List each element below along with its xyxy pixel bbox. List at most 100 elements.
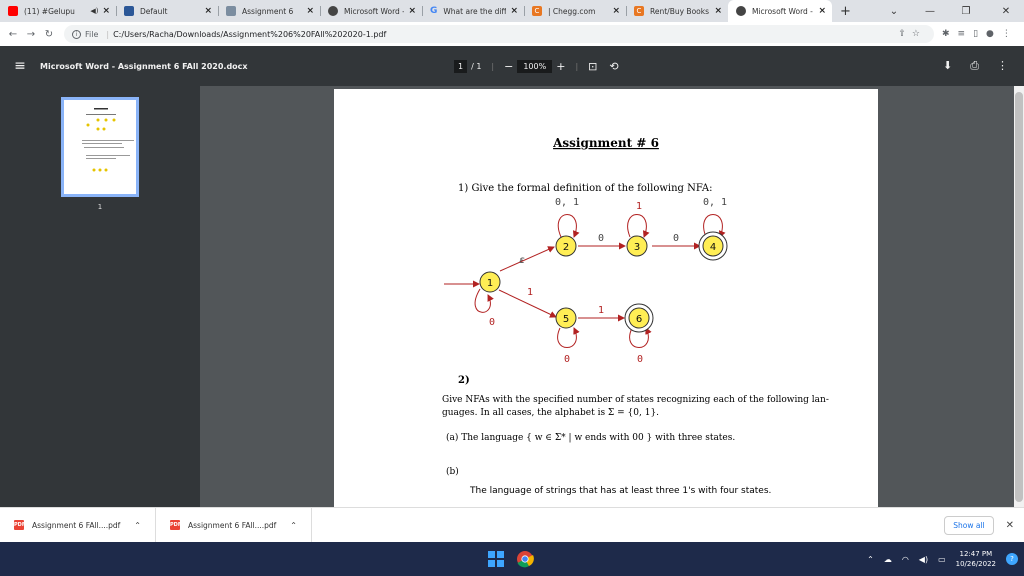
tab-youtube[interactable]: (11) #Gelupu ◀) × bbox=[0, 0, 116, 22]
share-star-icons[interactable]: ⇪☆ bbox=[898, 29, 934, 39]
label-e12: ε bbox=[519, 255, 525, 266]
close-icon[interactable]: × bbox=[102, 6, 110, 16]
label-loop-3: 1 bbox=[636, 201, 642, 212]
onedrive-icon[interactable]: ☁ bbox=[884, 555, 892, 564]
close-icon[interactable]: × bbox=[714, 6, 722, 16]
pdf-viewer[interactable]: Assignment # 6 1) Give the formal defini… bbox=[200, 86, 1024, 507]
tab-word-active[interactable]: Microsoft Word - × bbox=[728, 0, 832, 22]
label-loop-2: 0, 1 bbox=[555, 197, 579, 208]
label-e34: 0 bbox=[673, 233, 679, 244]
tab-label: Assignment 6 bbox=[242, 6, 294, 16]
reload-icon[interactable]: ↻ bbox=[40, 29, 58, 40]
tab-assignment6[interactable]: Assignment 6 × bbox=[218, 0, 320, 22]
tab-word-1[interactable]: Microsoft Word - × bbox=[320, 0, 422, 22]
info-icon[interactable]: i bbox=[72, 29, 81, 39]
reading-list-icon[interactable]: ≡ bbox=[958, 29, 966, 39]
pdf-title: Microsoft Word - Assignment 6 FAll 2020.… bbox=[40, 61, 248, 71]
more-options-icon[interactable]: ⋮ bbox=[997, 59, 1008, 73]
label-loop-5: 0 bbox=[564, 354, 570, 365]
download-filename: Assignment 6 FAll....pdf bbox=[188, 520, 277, 530]
window-close-button[interactable]: ✕ bbox=[988, 0, 1024, 22]
windows-start-icon[interactable] bbox=[488, 551, 504, 567]
question-2b: The language of strings that has at leas… bbox=[469, 486, 771, 496]
profile-icon[interactable]: ● bbox=[986, 29, 994, 39]
print-icon[interactable]: ⎙ bbox=[970, 59, 979, 73]
extensions-icon[interactable]: ✱ bbox=[942, 29, 950, 39]
zoom-input[interactable]: 100% bbox=[517, 59, 553, 73]
google-icon: G bbox=[430, 6, 438, 16]
page-thumbnail[interactable] bbox=[61, 97, 139, 197]
label-loop-6: 0 bbox=[637, 354, 643, 365]
download-icon[interactable]: ⬇ bbox=[943, 59, 952, 73]
windows-taskbar: ⌃ ☁ ◠ ◀) ▭ 12:47 PM 10/26/2022 ? bbox=[0, 542, 1024, 576]
menu-icon[interactable]: ⋮ bbox=[1002, 29, 1011, 39]
forward-icon[interactable]: → bbox=[22, 29, 40, 40]
chevron-up-icon[interactable]: ⌃ bbox=[290, 521, 297, 530]
download-item[interactable]: PDF Assignment 6 FAll....pdf ⌃ bbox=[0, 507, 156, 543]
minimize-button[interactable]: — bbox=[912, 0, 948, 22]
close-icon[interactable]: × bbox=[204, 6, 212, 16]
battery-icon[interactable]: ▭ bbox=[938, 555, 946, 564]
download-item[interactable]: PDF Assignment 6 FAll....pdf ⌃ bbox=[156, 507, 312, 543]
pdf-file-icon: PDF bbox=[170, 520, 182, 530]
clock[interactable]: 12:47 PM 10/26/2022 bbox=[956, 549, 996, 569]
pdf-toolbar: ≡ Microsoft Word - Assignment 6 FAll 202… bbox=[0, 46, 1024, 86]
tab-label: (11) #Gelupu bbox=[24, 6, 75, 16]
tab-default[interactable]: Default × bbox=[116, 0, 218, 22]
tab-label: Microsoft Word - bbox=[752, 6, 813, 16]
scrollbar-thumb[interactable] bbox=[1015, 92, 1023, 502]
thumbnail-sidebar: 1 bbox=[0, 86, 200, 507]
tab-rentbuy[interactable]: C Rent/Buy Books × bbox=[626, 0, 728, 22]
wifi-icon[interactable]: ◠ bbox=[902, 555, 909, 564]
new-tab-button[interactable]: + bbox=[832, 0, 859, 22]
volume-icon[interactable]: ◀) bbox=[919, 555, 928, 564]
close-icon[interactable]: × bbox=[306, 6, 314, 16]
notification-icon[interactable]: ? bbox=[1006, 553, 1018, 565]
speaker-icon: ◀) bbox=[90, 7, 99, 15]
chevron-up-icon[interactable]: ⌃ bbox=[867, 555, 874, 564]
system-tray: ⌃ ☁ ◠ ◀) ▭ 12:47 PM 10/26/2022 ? bbox=[867, 542, 1024, 576]
state-label-4: 4 bbox=[710, 242, 716, 253]
fit-page-icon[interactable]: ⊡ bbox=[588, 60, 597, 73]
tab-search-icon[interactable]: ⌄ bbox=[876, 0, 912, 22]
address-bar[interactable]: i File | C:/Users/Racha/Downloads/Assign… bbox=[64, 25, 934, 43]
hamburger-menu-icon[interactable]: ≡ bbox=[0, 58, 40, 74]
zoom-in-button[interactable]: + bbox=[556, 60, 565, 73]
show-all-button[interactable]: Show all bbox=[944, 515, 994, 535]
page-content: Assignment # 6 1) Give the formal defini… bbox=[442, 136, 829, 496]
loop-5 bbox=[557, 327, 580, 348]
close-icon[interactable]: ✕ bbox=[1006, 520, 1014, 531]
chevron-up-icon[interactable]: ⌃ bbox=[134, 521, 141, 530]
tab-label: | Chegg.com bbox=[548, 6, 596, 16]
chegg-icon: C bbox=[634, 6, 644, 16]
edge-1-2 bbox=[499, 246, 555, 272]
tab-label: Default bbox=[140, 6, 168, 16]
question-1: 1) Give the formal definition of the fol… bbox=[458, 183, 713, 194]
question-2-line-2: guages. In all cases, the alphabet is Σ … bbox=[442, 408, 659, 418]
back-icon[interactable]: ← bbox=[4, 29, 22, 40]
tab-strip: (11) #Gelupu ◀) × Default × Assignment 6… bbox=[0, 0, 1024, 22]
close-icon[interactable]: × bbox=[818, 6, 826, 16]
url-text: C:/Users/Racha/Downloads/Assignment%206%… bbox=[113, 29, 387, 39]
tab-google[interactable]: G What are the diff × bbox=[422, 0, 524, 22]
label-loop-4: 0, 1 bbox=[703, 197, 727, 208]
label-e56: 1 bbox=[598, 305, 604, 316]
close-icon[interactable]: × bbox=[408, 6, 416, 16]
close-icon[interactable]: × bbox=[510, 6, 518, 16]
page-number-input[interactable]: 1 bbox=[454, 59, 468, 73]
scrollbar[interactable] bbox=[1014, 86, 1024, 507]
chrome-icon[interactable] bbox=[516, 550, 534, 568]
tab-chegg[interactable]: C | Chegg.com × bbox=[524, 0, 626, 22]
question-2-number: 2) bbox=[458, 375, 470, 386]
zoom-out-button[interactable]: − bbox=[504, 60, 513, 73]
pdf-page: Assignment # 6 1) Give the formal defini… bbox=[334, 89, 878, 507]
rotate-icon[interactable]: ⟲ bbox=[609, 60, 618, 73]
tab-label: What are the diff bbox=[443, 6, 507, 16]
sidepanel-icon[interactable]: ▯ bbox=[973, 29, 978, 39]
assignment-title: Assignment # 6 bbox=[552, 136, 659, 150]
state-label-1: 1 bbox=[487, 278, 493, 289]
globe-icon bbox=[328, 6, 338, 16]
restore-button[interactable]: ❐ bbox=[948, 0, 984, 22]
state-label-2: 2 bbox=[563, 242, 569, 253]
close-icon[interactable]: × bbox=[612, 6, 620, 16]
